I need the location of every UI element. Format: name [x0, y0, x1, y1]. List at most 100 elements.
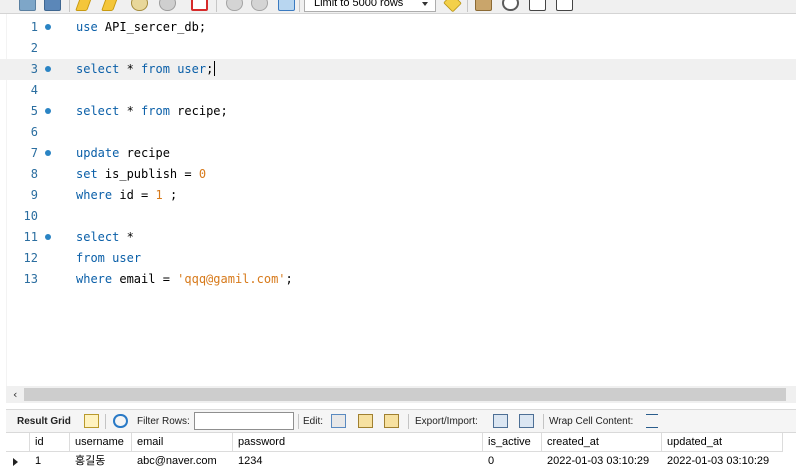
save-icon[interactable]: [44, 0, 61, 11]
text-caret: [214, 61, 216, 76]
code-line-8[interactable]: 8 set is_publish = 0: [0, 164, 796, 185]
keyword: where: [76, 188, 113, 202]
column-header-is-active[interactable]: is_active: [483, 433, 542, 452]
code-line-13[interactable]: 13 where email = 'qqq@gamil.com';: [0, 269, 796, 290]
edit-row-icon[interactable]: [331, 414, 346, 428]
code-token: *: [119, 62, 142, 76]
line-number: 1: [30, 20, 38, 34]
code-line-10[interactable]: 10: [0, 206, 796, 227]
code-line-4[interactable]: 4: [0, 80, 796, 101]
code-text: set is_publish = 0: [76, 164, 206, 185]
explain-icon[interactable]: [131, 0, 148, 11]
rollback-icon[interactable]: [251, 0, 268, 11]
line-number: 11: [23, 230, 38, 244]
line-number: 3: [30, 62, 38, 76]
table-cell[interactable]: 1234: [233, 452, 483, 471]
keyword: update: [76, 146, 120, 160]
keyword: set: [76, 167, 98, 181]
code-token: is_publish =: [97, 167, 199, 181]
code-text: select * from user;: [76, 59, 216, 80]
beautify-icon[interactable]: [443, 0, 462, 13]
code-token: *: [119, 230, 134, 244]
keyword: user: [112, 251, 142, 265]
keyword: select: [76, 104, 120, 118]
scroll-left-icon[interactable]: ‹: [13, 389, 17, 400]
sql-editor-toolbar: Limit to 5000 rows: [0, 0, 796, 14]
code-text: where id = 1 ;: [76, 185, 177, 206]
wrap-icon[interactable]: [556, 0, 573, 11]
limit-rows-select[interactable]: Limit to 5000 rows: [304, 0, 436, 12]
column-header-id[interactable]: id: [30, 433, 70, 452]
code-line-1[interactable]: 1 use API_sercer_db;: [0, 17, 796, 38]
execute-icon[interactable]: [75, 0, 93, 11]
number-literal: 1: [155, 188, 163, 202]
toolbar-divider: [299, 0, 300, 12]
table-cell[interactable]: 2022-01-03 03:10:29: [542, 452, 662, 471]
wrap-cell-icon[interactable]: [646, 414, 658, 428]
find-icon[interactable]: [502, 0, 519, 11]
code-token: API_sercer_db;: [97, 20, 207, 34]
import-icon[interactable]: [519, 414, 534, 428]
filter-rows-input[interactable]: [194, 412, 294, 430]
toggle-continue-icon[interactable]: [191, 0, 208, 11]
number-literal: 0: [198, 167, 207, 181]
column-header-username[interactable]: username: [70, 433, 132, 452]
keyword: select: [76, 62, 120, 76]
grid-view-icon[interactable]: [84, 414, 99, 428]
table-cell[interactable]: 1: [30, 452, 70, 471]
keyword: select: [76, 230, 120, 244]
code-line-5[interactable]: 5 select * from recipe;: [0, 101, 796, 122]
export-icon[interactable]: [493, 414, 508, 428]
column-header-email[interactable]: email: [132, 433, 233, 452]
result-grid-tab[interactable]: Result Grid: [17, 416, 71, 428]
code-line-3[interactable]: 3 select * from user;: [0, 59, 796, 80]
line-number: 10: [23, 209, 38, 223]
line-number: 6: [30, 125, 38, 139]
limit-rows-label: Limit to 5000 rows: [314, 0, 404, 9]
table-cell[interactable]: 0: [483, 452, 542, 471]
filter-rows-label: Filter Rows:: [137, 416, 190, 427]
open-icon[interactable]: [19, 0, 36, 11]
code-line-7[interactable]: 7 update recipe: [0, 143, 796, 164]
statement-marker-icon: [45, 150, 51, 156]
code-token: recipe;: [169, 104, 228, 118]
sql-editor[interactable]: 1 use API_sercer_db; 2 3 select * from u…: [0, 14, 796, 386]
code-token: ;: [206, 62, 214, 76]
horizontal-scrollbar[interactable]: ‹: [6, 386, 796, 403]
code-text: use API_sercer_db;: [76, 17, 206, 38]
table-cell[interactable]: 2022-01-03 03:10:29: [662, 452, 796, 471]
delete-row-icon[interactable]: [384, 414, 399, 428]
code-line-2[interactable]: 2: [0, 38, 796, 59]
stop-icon[interactable]: [159, 0, 176, 11]
result-grid[interactable]: id username email password is_active cre…: [6, 433, 796, 473]
edit-label: Edit:: [303, 416, 324, 427]
invisible-chars-icon[interactable]: [529, 0, 546, 11]
line-number: 4: [30, 83, 38, 97]
export-import-label: Export/Import:: [415, 416, 478, 427]
line-number: 12: [23, 251, 38, 265]
code-line-12[interactable]: 12 from user: [0, 248, 796, 269]
add-row-icon[interactable]: [358, 414, 373, 428]
table-cell[interactable]: abc@naver.com: [132, 452, 233, 471]
chevron-down-icon: [422, 2, 428, 6]
scrollbar-thumb[interactable]: [24, 388, 786, 401]
column-header-password[interactable]: password: [233, 433, 483, 452]
column-header-created-at[interactable]: created_at: [542, 433, 662, 452]
snippets-icon[interactable]: [475, 0, 492, 11]
keyword: user: [177, 62, 207, 76]
line-number: 5: [30, 104, 38, 118]
code-token: recipe: [119, 146, 170, 160]
commit-icon[interactable]: [226, 0, 243, 11]
code-token: ;: [162, 188, 178, 202]
table-cell[interactable]: 홍길동: [70, 452, 132, 471]
keyword: use: [76, 20, 98, 34]
column-header-updated-at[interactable]: updated_at: [662, 433, 783, 452]
toolbar-divider: [216, 0, 217, 12]
autocommit-icon[interactable]: [278, 0, 295, 11]
code-line-6[interactable]: 6: [0, 122, 796, 143]
execute-current-icon[interactable]: [101, 0, 119, 11]
keyword: where: [76, 272, 113, 286]
code-line-11[interactable]: 11 select *: [0, 227, 796, 248]
code-line-9[interactable]: 9 where id = 1 ;: [0, 185, 796, 206]
refresh-icon[interactable]: [113, 414, 128, 428]
